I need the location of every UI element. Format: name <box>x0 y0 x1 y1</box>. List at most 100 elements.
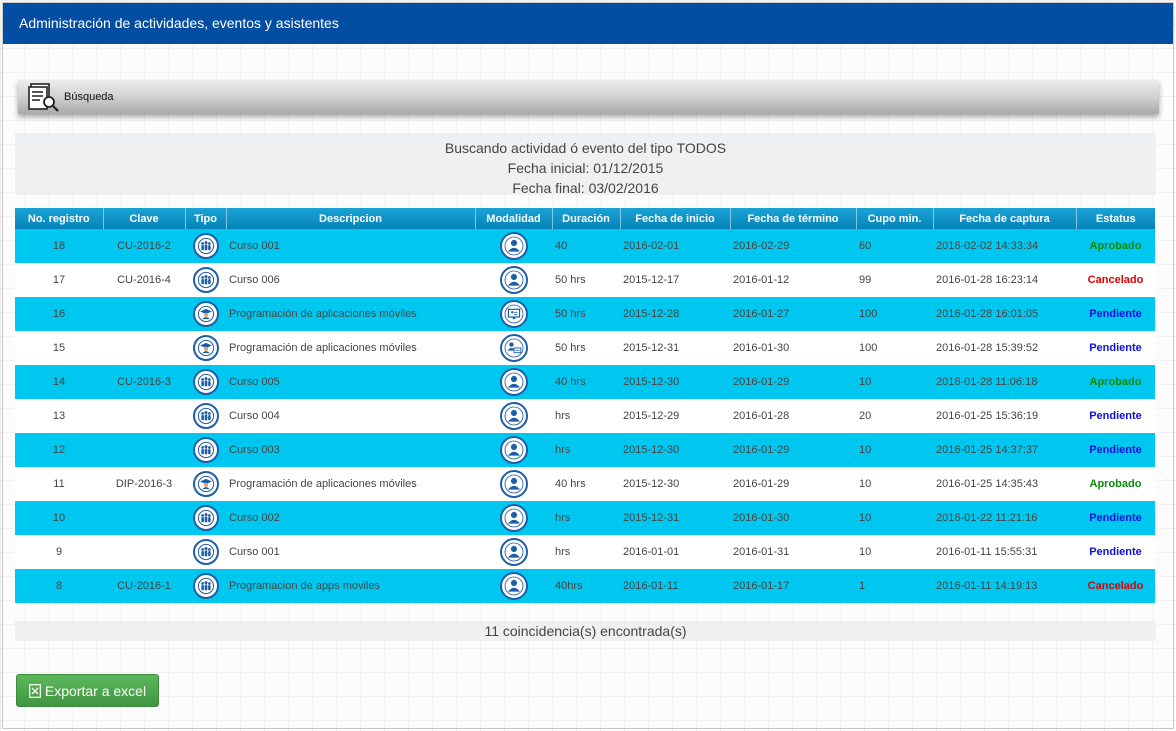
cell-tipo <box>185 501 226 535</box>
cell-clave <box>103 501 185 535</box>
summary-type: Buscando actividad ó evento del tipo TOD… <box>444 140 727 156</box>
cell-descripcion: Curso 005 <box>226 365 475 399</box>
cell-clave: CU-2016-2 <box>103 229 185 263</box>
cell-no: 15 <box>15 331 103 365</box>
presencial-modality-icon[interactable] <box>499 232 528 260</box>
cell-fecha-termino: 2016-01-28 <box>730 399 856 433</box>
cell-tipo <box>185 365 226 399</box>
cell-modalidad <box>475 297 552 331</box>
course-type-icon[interactable] <box>192 573 219 599</box>
cell-descripcion: Curso 004 <box>226 399 475 433</box>
table-row[interactable]: 18 CU-2016-2 Curso 001 40 2016-02-01 2016-02-… <box>15 229 1155 263</box>
cell-descripcion: Curso 001 <box>226 229 475 263</box>
cell-modalidad <box>475 433 552 467</box>
col-header-tipo[interactable]: Tipo <box>185 208 227 229</box>
table-row[interactable]: 11 DIP-2016-3 Programación de aplicaciones… <box>15 467 1155 501</box>
cell-clave <box>103 433 185 467</box>
cell-modalidad <box>475 263 552 297</box>
cell-duracion: 40 hrs <box>552 365 620 399</box>
presencial-modality-icon[interactable] <box>499 504 528 532</box>
col-header-estatus[interactable]: Estatus <box>1076 208 1155 229</box>
table-row[interactable]: 8 CU-2016-1 Programacion de apps moviles 40… <box>15 569 1155 603</box>
cell-no: 14 <box>15 365 103 399</box>
cell-fecha-inicio: 2016-02-01 <box>620 229 730 263</box>
cell-fecha-termino: 2016-01-29 <box>730 467 856 501</box>
export-excel-button[interactable]: Exportar a excel <box>16 674 159 707</box>
status-badge: Pendiente <box>1076 535 1155 569</box>
col-header-fecha-termino[interactable]: Fecha de término <box>730 208 857 229</box>
cell-modalidad <box>475 365 552 399</box>
cell-fecha-inicio: 2016-01-01 <box>620 535 730 569</box>
diploma-type-icon[interactable] <box>192 335 219 361</box>
search-label: Búsqueda <box>64 91 114 103</box>
col-header-clave[interactable]: Clave <box>103 208 186 229</box>
table-row[interactable]: 9 Curso 001 hrs 2016-01-01 2016-01-31 10 2016-… <box>15 535 1155 569</box>
course-type-icon[interactable] <box>192 403 219 429</box>
cell-fecha-termino: 2016-02-29 <box>730 229 856 263</box>
status-badge: Aprobado <box>1076 365 1155 399</box>
diploma-type-icon[interactable] <box>192 301 219 327</box>
cell-fecha-termino: 2016-01-12 <box>730 263 856 297</box>
mixed-modality-icon[interactable] <box>499 334 528 362</box>
cell-duracion: 40 hrs <box>552 467 620 501</box>
course-type-icon[interactable] <box>192 505 219 531</box>
col-header-descripcion[interactable]: Descripcion <box>226 208 476 229</box>
cell-modalidad <box>475 501 552 535</box>
cell-duracion: 40 <box>552 229 620 263</box>
presencial-modality-icon[interactable] <box>499 436 528 464</box>
cell-fecha-captura: 2016-01-28 16:01:05 <box>933 297 1076 331</box>
table-row[interactable]: 14 CU-2016-3 Curso 005 40 hrs 2015-12-30 2016… <box>15 365 1155 399</box>
col-header-fecha-inicio[interactable]: Fecha de inicio <box>620 208 731 229</box>
cell-fecha-termino: 2016-01-30 <box>730 501 856 535</box>
table-row[interactable]: 15 Programación de aplicaciones móviles 50… <box>15 331 1155 365</box>
course-type-icon[interactable] <box>192 437 219 463</box>
col-header-duracion[interactable]: Duración <box>552 208 621 229</box>
cell-descripcion: Programación de aplicaciones móviles <box>226 467 475 501</box>
cell-tipo <box>185 263 226 297</box>
presencial-modality-icon[interactable] <box>499 402 528 430</box>
presencial-modality-icon[interactable] <box>499 538 528 566</box>
course-type-icon[interactable] <box>192 233 219 259</box>
online-modality-icon[interactable] <box>499 300 528 328</box>
cell-duracion: 40hrs <box>552 569 620 603</box>
presencial-modality-icon[interactable] <box>499 572 528 600</box>
cell-cupo: 10 <box>856 467 933 501</box>
cell-modalidad <box>475 467 552 501</box>
table-row[interactable]: 12 Curso 003 hrs 2015-12-30 2016-01-29 10 2016… <box>15 433 1155 467</box>
cell-no: 11 <box>15 467 103 501</box>
cell-cupo: 100 <box>856 331 933 365</box>
cell-fecha-captura: 2016-01-28 15:39:52 <box>933 331 1076 365</box>
diploma-type-icon[interactable] <box>192 471 219 497</box>
cell-cupo: 10 <box>856 501 933 535</box>
col-header-no[interactable]: No. registro <box>15 208 104 229</box>
cell-clave <box>103 399 185 433</box>
table-row[interactable]: 10 Curso 002 hrs 2015-12-31 2016-01-30 10 2016… <box>15 501 1155 535</box>
cell-tipo <box>185 331 226 365</box>
table-row[interactable]: 13 Curso 004 hrs 2015-12-29 2016-01-28 20 2016… <box>15 399 1155 433</box>
table-row[interactable]: 16 Programación de aplicaciones móviles 50… <box>15 297 1155 331</box>
cell-duracion: 50 hrs <box>552 331 620 365</box>
presencial-modality-icon[interactable] <box>499 266 528 294</box>
cell-modalidad <box>475 229 552 263</box>
presencial-modality-icon[interactable] <box>499 470 528 498</box>
col-header-cupo[interactable]: Cupo min. <box>856 208 934 229</box>
cell-no: 9 <box>15 535 103 569</box>
cell-no: 17 <box>15 263 103 297</box>
col-header-fecha-captura[interactable]: Fecha de captura <box>933 208 1077 229</box>
cell-tipo <box>185 467 226 501</box>
cell-tipo <box>185 569 226 603</box>
course-type-icon[interactable] <box>192 539 219 565</box>
cell-modalidad <box>475 399 552 433</box>
course-type-icon[interactable] <box>192 369 219 395</box>
course-type-icon[interactable] <box>192 267 219 293</box>
cell-cupo: 1 <box>856 569 933 603</box>
cell-cupo: 60 <box>856 229 933 263</box>
search-toggle-bar[interactable]: Búsqueda <box>18 80 1159 114</box>
cell-fecha-inicio: 2015-12-30 <box>620 433 730 467</box>
col-header-modalidad[interactable]: Modalidad <box>475 208 553 229</box>
cell-fecha-termino: 2016-01-30 <box>730 331 856 365</box>
cell-duracion: hrs <box>552 433 620 467</box>
table-row[interactable]: 17 CU-2016-4 Curso 006 50 hrs 2015-12-17 2016… <box>15 263 1155 297</box>
presencial-modality-icon[interactable] <box>499 368 528 396</box>
cell-duracion: hrs <box>552 535 620 569</box>
